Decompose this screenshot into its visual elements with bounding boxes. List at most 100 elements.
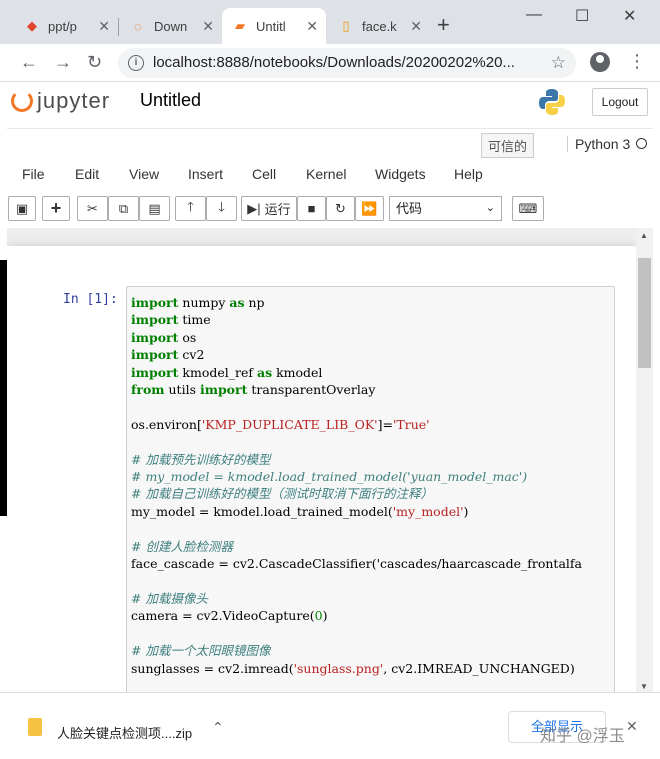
- cell-type-select[interactable]: 代码 ⌄: [389, 196, 502, 221]
- kernel-idle-indicator-icon: [636, 138, 647, 149]
- paste-icon: ▤: [148, 200, 161, 216]
- tab-label: face.k: [362, 18, 397, 34]
- restart-run-all-button[interactable]: ⏩: [355, 196, 384, 221]
- menu-help[interactable]: Help: [454, 166, 483, 182]
- code-line: # 加载一个太阳眼镜图像: [131, 643, 271, 659]
- maximize-button[interactable]: ☐: [575, 6, 589, 26]
- tab-gitlab[interactable]: ◆ ppt/p ✕: [14, 8, 118, 44]
- paste-button[interactable]: ▤: [139, 196, 170, 221]
- move-down-button[interactable]: 🡓: [206, 196, 237, 221]
- close-icon[interactable]: ✕: [626, 718, 638, 735]
- trusted-badge[interactable]: 可信的: [481, 133, 535, 158]
- forward-arrow-icon[interactable]: →: [54, 53, 72, 71]
- insert-cell-button[interactable]: +: [42, 196, 70, 221]
- close-icon[interactable]: ✕: [98, 18, 110, 35]
- profile-icon[interactable]: [590, 52, 610, 72]
- menu-view[interactable]: View: [129, 166, 159, 182]
- back-arrow-icon[interactable]: ←: [20, 53, 38, 71]
- stop-icon: ■: [307, 201, 316, 216]
- tab-face[interactable]: ▯ face.k ✕: [328, 8, 430, 44]
- close-icon[interactable]: ✕: [410, 18, 422, 35]
- command-palette-button[interactable]: ⌨: [512, 196, 544, 221]
- download-filename[interactable]: 人脸关键点检测项....zip: [57, 723, 192, 742]
- window-close-button[interactable]: ✕: [623, 6, 636, 26]
- jupyter-logo-icon: [11, 90, 33, 112]
- new-tab-button[interactable]: +: [437, 14, 450, 36]
- menu-kebab-icon[interactable]: ⋮: [628, 52, 646, 70]
- arrow-up-icon: 🡑: [187, 198, 194, 214]
- url-text: localhost:8888/notebooks/Downloads/20200…: [153, 54, 515, 71]
- address-bar-row: ← → ↻ i localhost:8888/notebooks/Downloa…: [0, 44, 660, 82]
- restart-button[interactable]: ↻: [326, 196, 355, 221]
- jupyter-logo[interactable]: jupyter: [11, 88, 110, 114]
- notebook-name[interactable]: Untitled: [140, 90, 201, 111]
- code-line: # 创建人脸检测器: [131, 538, 233, 554]
- jupyter-wordmark: jupyter: [37, 88, 111, 113]
- scissors-icon: ✂: [87, 200, 98, 216]
- code-line: sunglasses = cv2.imread('sunglass.png', …: [131, 660, 575, 676]
- url-input[interactable]: i localhost:8888/notebooks/Downloads/202…: [118, 48, 576, 78]
- python-logo-icon: [539, 89, 565, 115]
- watermark: 知乎 @浮玉: [540, 728, 625, 745]
- notebook-container: In [1]: import numpy as np import time imp…: [7, 246, 637, 692]
- code-line: # 加载自己训练好的模型（测试时取消下面行的注释）: [131, 486, 433, 502]
- code-cell-editor[interactable]: import numpy as np import time import os im…: [126, 286, 615, 692]
- fast-forward-icon: ⏩: [361, 200, 378, 216]
- code-line: # 加载预先训练好的模型: [131, 451, 271, 467]
- code-line: # 加载摄像头: [131, 590, 208, 606]
- scrollbar-thumb[interactable]: [638, 258, 651, 368]
- jupyter-icon: ▰: [235, 18, 245, 33]
- keyboard-icon: ⌨: [518, 200, 538, 216]
- close-icon[interactable]: ✕: [306, 18, 318, 35]
- code-line: import kmodel_ref as kmodel: [131, 364, 323, 380]
- code-line: import numpy as np: [131, 295, 265, 310]
- menu-cell[interactable]: Cell: [252, 166, 276, 182]
- code-line: from utils import transparentOverlay: [131, 382, 376, 398]
- reload-icon[interactable]: ↻: [87, 53, 102, 71]
- jupyter-page: jupyter Untitled Logout 可信的 Python 3 Fil…: [7, 82, 653, 692]
- step-forward-icon: ▶|: [247, 200, 261, 216]
- code-line: import time: [131, 312, 211, 328]
- arrow-down-icon: 🡓: [218, 198, 225, 214]
- code-line: os.environ['KMP_DUPLICATE_LIB_OK']='True…: [131, 416, 430, 432]
- tab-downloads[interactable]: ◌ Down ✕: [120, 8, 222, 44]
- logout-button[interactable]: Logout: [592, 88, 648, 116]
- tab-untitled[interactable]: ▰ Untitl ✕: [222, 8, 326, 44]
- code-line: import os: [131, 329, 197, 345]
- kernel-status-row: 可信的 Python 3: [7, 128, 653, 158]
- copy-button[interactable]: ⧉: [108, 196, 139, 221]
- run-button[interactable]: ▶| 运行: [241, 196, 297, 221]
- notebook-area: In [1]: import numpy as np import time imp…: [7, 228, 637, 692]
- minimize-button[interactable]: —: [526, 6, 542, 24]
- star-icon[interactable]: ☆: [551, 53, 566, 73]
- tab-label: Untitl: [256, 18, 286, 34]
- menu-kernel[interactable]: Kernel: [306, 166, 346, 182]
- menu-insert[interactable]: Insert: [188, 166, 223, 182]
- save-button[interactable]: ▣: [8, 196, 36, 221]
- scroll-up-icon[interactable]: ▲: [640, 231, 648, 240]
- cut-button[interactable]: ✂: [77, 196, 108, 221]
- code-text[interactable]: import numpy as np import time import os im…: [127, 287, 614, 692]
- notebook-toolbar: ▣ + ✂ ⧉ ▤ 🡑 🡓 ▶| 运行 ■ ↻ ⏩ 代码 ⌄ ⌨: [7, 194, 653, 226]
- background-window-edge: [0, 260, 7, 516]
- chevron-down-icon: ⌄: [485, 202, 495, 214]
- interrupt-button[interactable]: ■: [297, 196, 326, 221]
- chevron-up-icon[interactable]: ⌃: [212, 719, 224, 736]
- code-line: # my_model = kmodel.load_trained_model('…: [131, 469, 528, 485]
- scroll-down-icon[interactable]: ▼: [640, 682, 648, 691]
- menu-widgets[interactable]: Widgets: [375, 166, 426, 182]
- zip-file-icon: [28, 718, 42, 736]
- info-icon[interactable]: i: [128, 55, 144, 71]
- menu-file[interactable]: File: [22, 166, 45, 182]
- menu-bar: File Edit View Insert Cell Kernel Widget…: [7, 160, 653, 190]
- code-line: import cv2: [131, 347, 205, 363]
- move-up-button[interactable]: 🡑: [175, 196, 206, 221]
- cell-type-value: 代码: [396, 201, 423, 216]
- menu-edit[interactable]: Edit: [75, 166, 99, 182]
- close-icon[interactable]: ✕: [202, 18, 214, 35]
- plus-icon: +: [50, 198, 62, 218]
